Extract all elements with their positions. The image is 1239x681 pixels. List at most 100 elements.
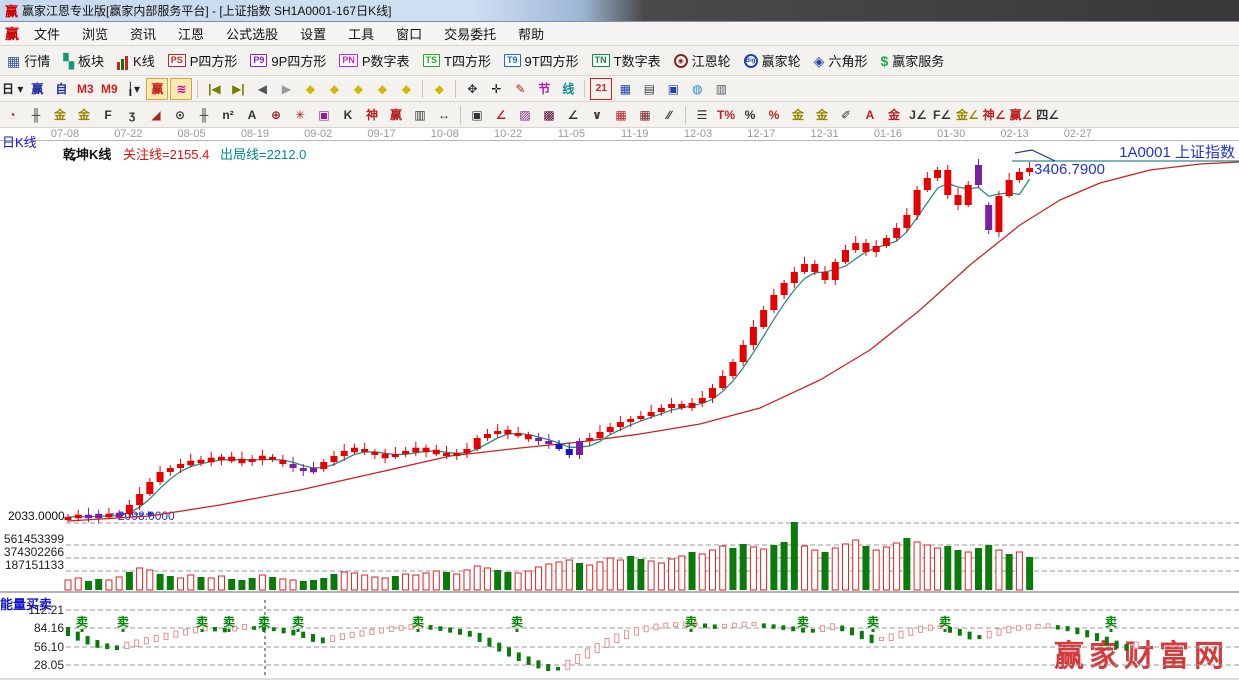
menu-item-2[interactable]: 资讯	[119, 22, 167, 45]
angle-a-tool[interactable]: A	[241, 104, 263, 126]
hand-tool-button[interactable]: ✥	[461, 78, 483, 100]
diamond-updown-button[interactable]: ◆	[428, 78, 450, 100]
gold-underline-tool[interactable]: 金	[883, 104, 905, 126]
h-measure-tool[interactable]: ↔	[433, 104, 455, 126]
candle-style-dropdown[interactable]: ╽▾	[122, 78, 144, 100]
shen-ruler-tool[interactable]: 神	[361, 104, 383, 126]
percent-tool[interactable]: %	[739, 104, 761, 126]
trendline-tool-button[interactable]: ✎	[509, 78, 531, 100]
t-percent-tool[interactable]: T%	[715, 104, 737, 126]
notes-icon[interactable]: ▤	[638, 78, 660, 100]
square-frame-tool[interactable]: ▣	[466, 104, 488, 126]
chart-canvas[interactable]: 卖卖卖卖卖卖卖卖卖卖卖卖卖	[0, 128, 1239, 681]
ruler-123-tool[interactable]: ▥	[409, 104, 431, 126]
diamond-hsplit-button[interactable]: ◆	[347, 78, 369, 100]
chart-area[interactable]: 07-0807-2208-0508-1909-0209-1710-0810-22…	[0, 128, 1239, 681]
p-square-button[interactable]: PSP四方形	[168, 51, 238, 70]
t-square-button[interactable]: TST四方形	[423, 51, 491, 70]
prev-bar-button[interactable]: ◀	[251, 78, 273, 100]
chart-3-icon[interactable]: M3	[74, 78, 96, 100]
red-grid-tool[interactable]: ▦	[610, 104, 632, 126]
diamond-right-button[interactable]: ◆	[323, 78, 345, 100]
menu-item-7[interactable]: 窗口	[385, 22, 433, 45]
pencil-chart-tool[interactable]: ✐	[835, 104, 857, 126]
dark-fan-box-tool[interactable]: ▩	[538, 104, 560, 126]
wave-line-tool-button[interactable]: 线	[557, 78, 579, 100]
gold-grid-tool-1[interactable]: 金	[49, 104, 71, 126]
9t-square-button[interactable]: T99T四方形	[504, 51, 579, 70]
gann-crosshair-tool[interactable]: ⊕	[265, 104, 287, 126]
gold-angle-tool[interactable]: 金∠	[955, 104, 980, 126]
gann-node-tool-button[interactable]: 节	[533, 78, 555, 100]
chart-9-icon[interactable]: M9	[98, 78, 120, 100]
web-mail-icon[interactable]: ◍	[686, 78, 708, 100]
grid-box-tool[interactable]: ▦	[634, 104, 656, 126]
quotes-button[interactable]: ▦行情	[7, 51, 50, 70]
t-number-table-button[interactable]: TNT数字表	[592, 51, 661, 70]
tick-ruler-tool-2[interactable]: ╫	[193, 104, 215, 126]
volume-bars	[65, 522, 1033, 590]
calculator-icon[interactable]: ▦	[614, 78, 636, 100]
colored-kline-button[interactable]: ≋	[170, 78, 192, 100]
purple-fan-box-tool[interactable]: ▨	[514, 104, 536, 126]
f-angle-tool[interactable]: F∠	[931, 104, 953, 126]
fib-ruler-tool[interactable]: F	[97, 104, 119, 126]
gold-line-tool[interactable]: 金	[811, 104, 833, 126]
ying-ruler-tool[interactable]: 赢	[385, 104, 407, 126]
shen-angle-tool[interactable]: 神∠	[982, 104, 1007, 126]
kline-button[interactable]: K线	[117, 51, 155, 70]
ying-angle-tool[interactable]: 赢∠	[1009, 104, 1034, 126]
9p-square-button[interactable]: P99P四方形	[250, 51, 326, 70]
four-angle-tool[interactable]: 四∠	[1035, 104, 1060, 126]
gann-wheel-button[interactable]: ◉江恩轮	[674, 51, 731, 70]
gold-grid-tool-2[interactable]: 金	[73, 104, 95, 126]
menu-item-5[interactable]: 设置	[289, 22, 337, 45]
protractor-tool[interactable]: ◔	[1, 104, 23, 126]
custom-form-icon[interactable]: 自	[50, 78, 72, 100]
tick-ruler-tool[interactable]: ╫	[25, 104, 47, 126]
list-panel-tool[interactable]: ☰	[691, 104, 713, 126]
first-bar-button[interactable]: |◀	[203, 78, 225, 100]
toolbar-separator	[685, 106, 686, 124]
gold-circle-tool[interactable]: 金	[787, 104, 809, 126]
calendar-icon[interactable]: 21	[590, 78, 612, 100]
menu-item-3[interactable]: 江恩	[167, 22, 215, 45]
menu-item-9[interactable]: 帮助	[507, 22, 555, 45]
menu-item-4[interactable]: 公式选股	[215, 22, 289, 45]
winner-service-button-icon: $	[880, 54, 888, 68]
v-lines-tool[interactable]: ∨	[586, 104, 608, 126]
sectors-button[interactable]: ▚板块	[63, 51, 104, 70]
boxed-star-tool[interactable]: ▣	[313, 104, 335, 126]
menu-item-0[interactable]: 文件	[23, 22, 71, 45]
qiankun-kline-button[interactable]: 赢	[146, 78, 168, 100]
a-wave-tool[interactable]: A	[859, 104, 881, 126]
menu-item-1[interactable]: 浏览	[71, 22, 119, 45]
k-mark-tool[interactable]: K	[337, 104, 359, 126]
winner-window-icon[interactable]: 赢	[26, 78, 48, 100]
diamond-compress-button[interactable]: ◆	[371, 78, 393, 100]
spiral-tool[interactable]: ʒ	[121, 104, 143, 126]
last-bar-button[interactable]: ▶|	[227, 78, 249, 100]
diamond-cross-button[interactable]: ◆	[395, 78, 417, 100]
save-icon[interactable]: ▣	[662, 78, 684, 100]
j-angle-tool[interactable]: J∠	[907, 104, 929, 126]
star-wheel-tool[interactable]: ✳	[289, 104, 311, 126]
square-number-tool[interactable]: n²	[217, 104, 239, 126]
circle-ruler-tool[interactable]: ⊙	[169, 104, 191, 126]
winner-wheel-button[interactable]: Big赢家轮	[744, 51, 801, 70]
winner-service-button[interactable]: $赢家服务	[880, 51, 944, 70]
red-fan-tool[interactable]: ∠	[490, 104, 512, 126]
red-ruler-tool[interactable]: ◢	[145, 104, 167, 126]
menu-item-6[interactable]: 工具	[337, 22, 385, 45]
menu-item-8[interactable]: 交易委托	[433, 22, 507, 45]
percent-line-tool[interactable]: %	[763, 104, 785, 126]
print-icon[interactable]: ▥	[710, 78, 732, 100]
angle-lines-tool[interactable]: ∠	[562, 104, 584, 126]
p-number-table-button[interactable]: PNP数字表	[339, 51, 409, 70]
slant-lines-tool[interactable]: ∕∕	[658, 104, 680, 126]
diamond-left-button[interactable]: ◆	[299, 78, 321, 100]
hexagon-button[interactable]: ◈六角形	[814, 51, 868, 70]
next-bar-button[interactable]: ▶	[275, 78, 297, 100]
period-dropdown[interactable]: 日 ▾	[1, 78, 24, 100]
crosshair-tool-button[interactable]: ✛	[485, 78, 507, 100]
